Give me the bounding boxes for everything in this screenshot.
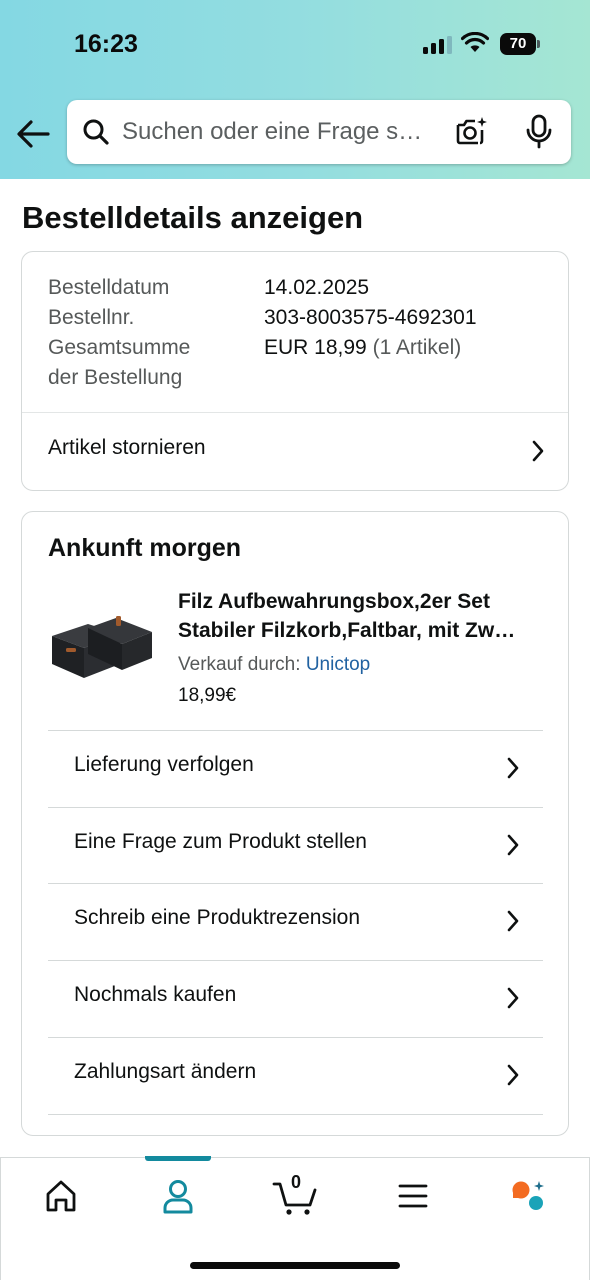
chevron-right-icon — [507, 910, 519, 932]
page-title: Bestelldetails anzeigen — [22, 200, 364, 235]
product-title-line1: Filz Aufbewahrungsbox,2er Set — [178, 590, 490, 613]
product-title[interactable]: Filz Aufbewahrungsbox,2er Set Stabiler F… — [178, 587, 546, 645]
tab-cart[interactable]: 0 — [266, 1172, 326, 1216]
product-price: 18,99€ — [178, 685, 237, 706]
delivery-card: Ankunft morgen Filz Aufbewahrungsbox,2er… — [21, 511, 569, 1136]
order-date-label: Bestelldatum — [48, 276, 170, 299]
order-total-label: Gesamtsumme der Bestellung — [48, 333, 190, 393]
hamburger-menu-icon — [398, 1184, 428, 1208]
delivery-status-title: Ankunft morgen — [48, 534, 242, 562]
track-package-label: Lieferung verfolgen — [74, 753, 254, 776]
battery-level: 70 — [500, 33, 536, 55]
search-bar[interactable] — [67, 100, 571, 164]
track-package-row[interactable]: Lieferung verfolgen — [48, 730, 543, 806]
active-tab-indicator — [145, 1156, 211, 1161]
buy-again-row[interactable]: Nochmals kaufen — [48, 960, 543, 1036]
back-button[interactable] — [14, 116, 52, 152]
order-number-label: Bestellnr. — [48, 306, 135, 329]
product-title-line2: Stabiler Filzkorb,Faltbar, mit Zw… — [178, 619, 516, 642]
buy-again-label: Nochmals kaufen — [74, 983, 237, 1006]
divider — [22, 412, 568, 413]
cellular-signal-icon — [423, 36, 453, 54]
seller-info: Verkauf durch: Unictop — [178, 654, 370, 676]
order-number-value: 303-8003575-4692301 — [264, 306, 477, 329]
write-review-label: Schreib eine Produktrezension — [74, 906, 361, 929]
tab-home[interactable] — [31, 1176, 91, 1216]
home-icon — [46, 1180, 76, 1212]
order-total-value: EUR 18,99 (1 Artikel) — [264, 333, 461, 363]
rufus-assistant-icon — [512, 1181, 544, 1210]
order-date-value: 14.02.2025 — [264, 276, 370, 299]
cancel-items-row[interactable]: Artikel stornieren — [22, 414, 568, 490]
person-icon — [163, 1180, 193, 1214]
order-total-label-line1: Gesamtsumme — [48, 336, 191, 359]
divider — [48, 1114, 543, 1115]
search-input[interactable] — [122, 114, 442, 150]
chevron-right-icon — [507, 757, 519, 779]
camera-search-icon[interactable] — [455, 116, 489, 148]
chevron-right-icon — [507, 987, 519, 1009]
microphone-icon[interactable] — [525, 114, 553, 150]
cancel-items-label: Artikel stornieren — [48, 436, 206, 459]
seller-prefix: Verkauf durch: — [178, 654, 301, 675]
search-icon — [83, 119, 109, 145]
chevron-right-icon — [532, 440, 544, 462]
product-image[interactable] — [48, 594, 156, 686]
tab-assistant[interactable] — [501, 1176, 561, 1216]
write-review-row[interactable]: Schreib eine Produktrezension — [48, 883, 543, 959]
status-time: 16:23 — [74, 30, 138, 58]
chevron-right-icon — [507, 1064, 519, 1086]
order-total-label-line2: der Bestellung — [48, 366, 183, 389]
order-total-amount: EUR 18,99 — [264, 336, 367, 359]
cart-count-badge: 0 — [290, 1172, 301, 1192]
seller-link[interactable]: Unictop — [306, 654, 370, 675]
ask-product-question-label: Eine Frage zum Produkt stellen — [74, 830, 367, 853]
change-payment-row[interactable]: Zahlungsart ändern — [48, 1037, 543, 1113]
chevron-right-icon — [507, 834, 519, 856]
tab-account[interactable] — [148, 1176, 208, 1216]
tab-menu[interactable] — [383, 1176, 443, 1216]
order-item-count: (1 Artikel) — [372, 336, 462, 359]
back-arrow-icon — [17, 120, 50, 148]
change-payment-label: Zahlungsart ändern — [74, 1060, 257, 1083]
app-header: 16:23 70 — [0, 0, 590, 179]
ask-product-question-row[interactable]: Eine Frage zum Produkt stellen — [48, 807, 543, 883]
order-summary-card: Bestelldatum 14.02.2025 Bestellnr. 303-8… — [21, 251, 569, 491]
home-indicator — [190, 1262, 400, 1269]
battery-icon: 70 — [500, 33, 540, 55]
wifi-icon — [461, 32, 489, 52]
